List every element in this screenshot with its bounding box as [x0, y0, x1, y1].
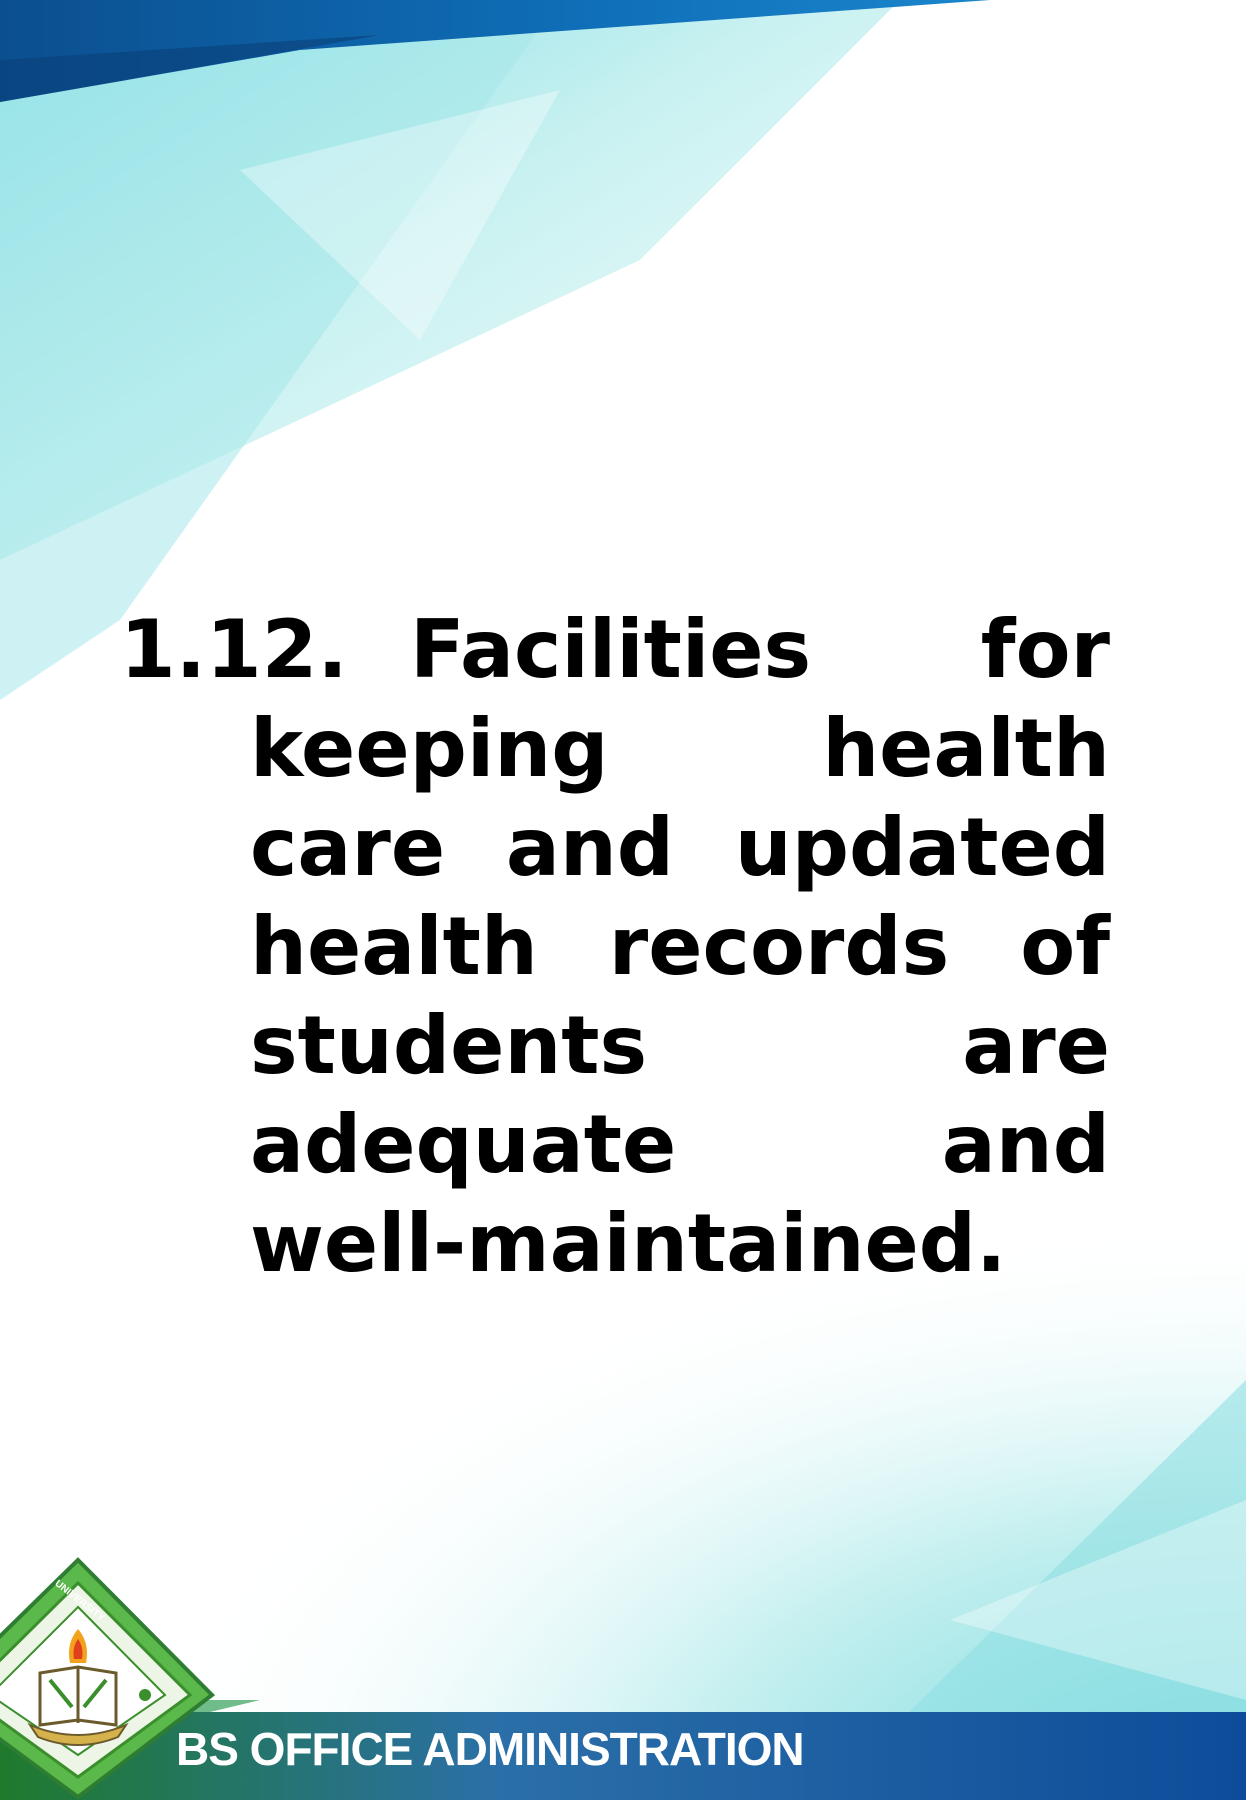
- criterion-text-block: Facilities for keeping health care and u…: [250, 600, 1110, 1293]
- slide-content: 1.12. Facilities for keeping health care…: [120, 600, 1110, 1293]
- criterion-text: Facilities for keeping health care and u…: [250, 603, 1110, 1290]
- program-title: BS OFFICE ADMINISTRATION: [176, 1723, 805, 1775]
- criterion-item: 1.12. Facilities for keeping health care…: [120, 600, 1110, 1293]
